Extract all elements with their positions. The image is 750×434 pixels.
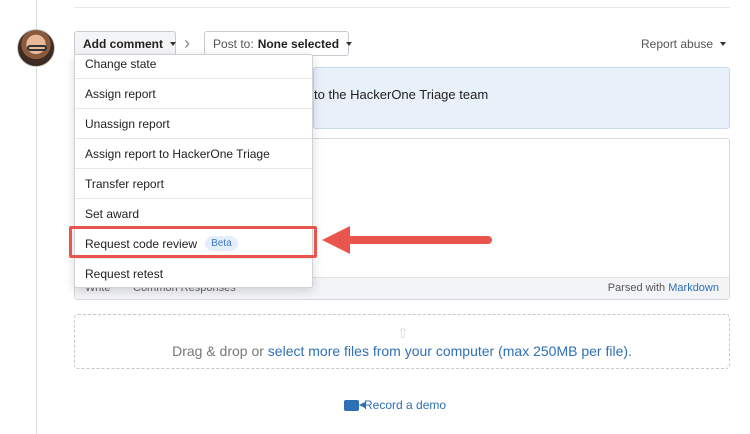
triage-notice: to the HackerOne Triage team bbox=[313, 67, 730, 129]
menu-item-transfer-report[interactable]: Transfer report bbox=[75, 169, 312, 199]
menu-item-unassign-report[interactable]: Unassign report bbox=[75, 109, 312, 139]
post-to-prefix: Post to: bbox=[213, 36, 254, 51]
annotation-arrow-head-icon bbox=[322, 226, 350, 254]
markdown-link[interactable]: Markdown bbox=[668, 282, 719, 294]
post-to-dropdown[interactable]: Post to: None selected bbox=[204, 31, 353, 56]
menu-item-label: Assign report bbox=[85, 86, 156, 101]
select-files-link[interactable]: select more files from your computer (ma… bbox=[268, 343, 628, 359]
caret-down-icon bbox=[346, 41, 353, 46]
file-dropzone[interactable]: ⇧ Drag & drop or select more files from … bbox=[74, 314, 730, 369]
menu-item-assign-to-triage[interactable]: Assign report to HackerOne Triage bbox=[75, 139, 312, 169]
menu-item-label: Set award bbox=[85, 206, 140, 221]
caret-down-icon bbox=[720, 42, 727, 46]
previous-activity-divider bbox=[74, 0, 730, 8]
upload-icon: ⇧ bbox=[397, 325, 409, 341]
video-camera-icon bbox=[344, 399, 365, 411]
record-demo-label: Record a demo bbox=[364, 398, 447, 412]
post-to-value: None selected bbox=[257, 36, 340, 51]
report-abuse-label: Report abuse bbox=[641, 37, 714, 51]
menu-item-label: Assign report to HackerOne Triage bbox=[85, 146, 270, 161]
dropzone-text: Drag & drop or select more files from yo… bbox=[75, 343, 729, 359]
annotation-arrow-shaft bbox=[346, 236, 492, 244]
avatar[interactable] bbox=[17, 29, 55, 67]
triage-notice-text: to the HackerOne Triage team bbox=[314, 87, 489, 102]
caret-down-icon bbox=[170, 41, 177, 46]
menu-item-label: Unassign report bbox=[85, 116, 170, 131]
add-comment-dropdown[interactable]: Add comment bbox=[74, 31, 177, 56]
menu-item-assign-report[interactable]: Assign report bbox=[75, 79, 312, 109]
parsed-with-markdown: Parsed with Markdown bbox=[608, 282, 719, 294]
menu-item-set-award[interactable]: Set award bbox=[75, 199, 312, 229]
chevron-right-icon: › bbox=[184, 33, 190, 53]
annotation-highlight-box bbox=[69, 226, 317, 258]
report-abuse-dropdown[interactable]: Report abuse bbox=[641, 37, 727, 51]
menu-item-label: Request retest bbox=[85, 267, 164, 281]
menu-item-label: Change state bbox=[85, 56, 157, 71]
add-comment-label: Add comment bbox=[83, 36, 164, 51]
avatar-glasses bbox=[27, 45, 47, 51]
menu-item-label: Transfer report bbox=[85, 176, 164, 191]
record-demo-button[interactable]: Record a demo bbox=[344, 398, 446, 412]
menu-item-request-retest[interactable]: Request retest bbox=[75, 259, 312, 287]
dropzone-suffix: . bbox=[628, 343, 632, 359]
menu-item-change-state[interactable]: Change state bbox=[75, 55, 312, 79]
dropzone-prefix: Drag & drop or bbox=[172, 343, 264, 359]
parsed-prefix: Parsed with bbox=[607, 282, 666, 294]
